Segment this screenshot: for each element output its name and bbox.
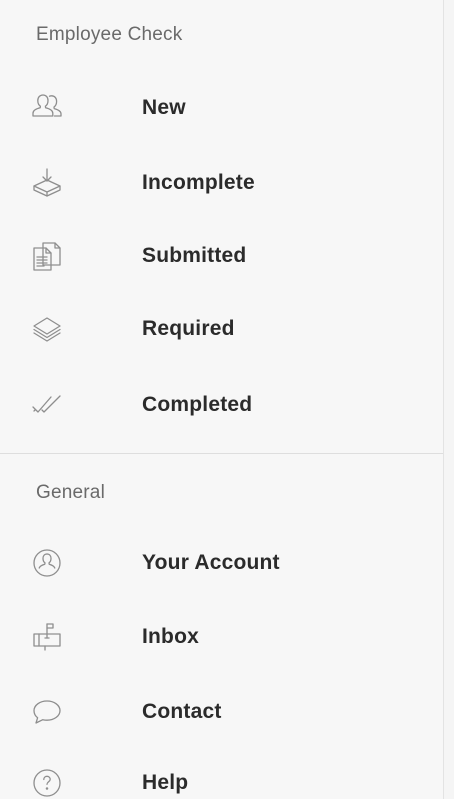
nav-label-help: Help bbox=[142, 771, 189, 794]
nav-label-contact: Contact bbox=[142, 700, 222, 723]
section-header-general: General bbox=[36, 482, 105, 503]
nav-item-required[interactable]: Required bbox=[0, 299, 443, 359]
nav-item-submitted[interactable]: Submitted bbox=[0, 226, 443, 286]
navigation-drawer: Employee Check New Incomplete Submitted … bbox=[0, 0, 444, 799]
nav-label-completed: Completed bbox=[142, 393, 253, 416]
nav-label-your-account: Your Account bbox=[142, 551, 280, 574]
nav-label-incomplete: Incomplete bbox=[142, 171, 255, 194]
tray-download-icon bbox=[30, 166, 64, 200]
speech-bubble-icon bbox=[30, 695, 64, 729]
nav-item-new[interactable]: New bbox=[0, 78, 443, 138]
section-header-employee-check: Employee Check bbox=[36, 24, 183, 45]
documents-icon bbox=[30, 239, 64, 273]
mailbox-icon bbox=[30, 620, 64, 654]
help-circle-icon bbox=[30, 766, 64, 799]
double-check-icon bbox=[30, 388, 64, 422]
users-icon bbox=[30, 91, 64, 125]
nav-item-inbox[interactable]: Inbox bbox=[0, 607, 443, 667]
section-divider bbox=[0, 453, 443, 454]
nav-item-completed[interactable]: Completed bbox=[0, 375, 443, 435]
nav-label-submitted: Submitted bbox=[142, 244, 247, 267]
nav-label-inbox: Inbox bbox=[142, 625, 199, 648]
nav-item-your-account[interactable]: Your Account bbox=[0, 533, 443, 593]
nav-label-required: Required bbox=[142, 317, 235, 340]
nav-label-new: New bbox=[142, 96, 186, 119]
nav-item-help[interactable]: Help bbox=[0, 753, 443, 799]
nav-item-incomplete[interactable]: Incomplete bbox=[0, 153, 443, 213]
nav-item-contact[interactable]: Contact bbox=[0, 682, 443, 742]
layers-icon bbox=[30, 312, 64, 346]
account-circle-icon bbox=[30, 546, 64, 580]
